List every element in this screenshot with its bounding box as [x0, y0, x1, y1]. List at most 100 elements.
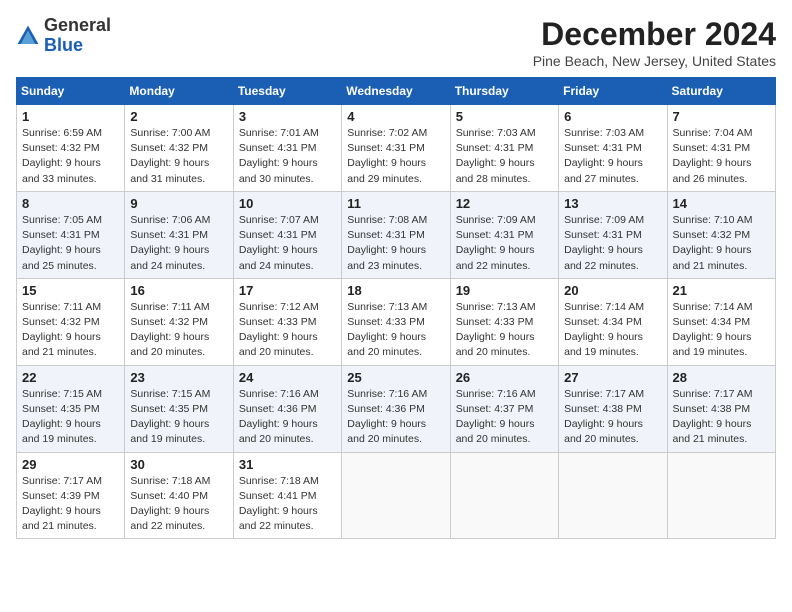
day-number: 5: [456, 109, 553, 124]
calendar-cell: 18 Sunrise: 7:13 AMSunset: 4:33 PMDayligh…: [342, 278, 450, 365]
calendar-week-row: 15Sunrise: 7:11 AMSunset: 4:32 PMDayligh…: [17, 278, 776, 365]
calendar-cell: 11 Sunrise: 7:08 AMSunset: 4:31 PMDayligh…: [342, 191, 450, 278]
calendar-cell: 8 Sunrise: 7:05 AMSunset: 4:31 PMDaylight…: [17, 191, 125, 278]
calendar-cell: 26 Sunrise: 7:16 AMSunset: 4:37 PMDayligh…: [450, 365, 558, 452]
day-header-friday: Friday: [559, 78, 667, 105]
location: Pine Beach, New Jersey, United States: [533, 53, 776, 69]
day-number: 1: [22, 109, 119, 124]
day-info: Sunrise: 7:16 AMSunset: 4:36 PMDaylight:…: [347, 387, 444, 448]
calendar-cell: 10 Sunrise: 7:07 AMSunset: 4:31 PMDayligh…: [233, 191, 341, 278]
day-info: Sunrise: 7:18 AMSunset: 4:41 PMDaylight:…: [239, 474, 336, 535]
calendar-cell: 13 Sunrise: 7:09 AMSunset: 4:31 PMDayligh…: [559, 191, 667, 278]
day-info: Sunrise: 7:08 AMSunset: 4:31 PMDaylight:…: [347, 213, 444, 274]
day-header-sunday: Sunday: [17, 78, 125, 105]
calendar-cell: 2 Sunrise: 7:00 AMSunset: 4:32 PMDaylight…: [125, 105, 233, 192]
day-number: 4: [347, 109, 444, 124]
calendar-cell: 9Sunrise: 7:06 AMSunset: 4:31 PMDaylight…: [125, 191, 233, 278]
calendar-cell: 20 Sunrise: 7:14 AMSunset: 4:34 PMDayligh…: [559, 278, 667, 365]
day-info: Sunrise: 7:09 AMSunset: 4:31 PMDaylight:…: [564, 213, 661, 274]
day-number: 12: [456, 196, 553, 211]
day-number: 2: [130, 109, 227, 124]
day-number: 23: [130, 370, 227, 385]
month-title: December 2024: [533, 16, 776, 53]
day-number: 6: [564, 109, 661, 124]
calendar-cell: 6 Sunrise: 7:03 AMSunset: 4:31 PMDaylight…: [559, 105, 667, 192]
day-number: 18: [347, 283, 444, 298]
day-number: 13: [564, 196, 661, 211]
day-info: Sunrise: 7:00 AMSunset: 4:32 PMDaylight:…: [130, 126, 227, 187]
calendar-cell: 19Sunrise: 7:13 AMSunset: 4:33 PMDayligh…: [450, 278, 558, 365]
day-header-wednesday: Wednesday: [342, 78, 450, 105]
day-info: Sunrise: 7:10 AMSunset: 4:32 PMDaylight:…: [673, 213, 770, 274]
day-info: Sunrise: 7:17 AMSunset: 4:39 PMDaylight:…: [22, 474, 119, 535]
calendar-cell: 25 Sunrise: 7:16 AMSunset: 4:36 PMDayligh…: [342, 365, 450, 452]
day-number: 7: [673, 109, 770, 124]
calendar-cell: 27 Sunrise: 7:17 AMSunset: 4:38 PMDayligh…: [559, 365, 667, 452]
day-info: Sunrise: 7:09 AMSunset: 4:31 PMDaylight:…: [456, 213, 553, 274]
day-info: Sunrise: 7:11 AMSunset: 4:32 PMDaylight:…: [22, 300, 119, 361]
calendar-cell: 1 Sunrise: 6:59 AMSunset: 4:32 PMDaylight…: [17, 105, 125, 192]
calendar-table: SundayMondayTuesdayWednesdayThursdayFrid…: [16, 77, 776, 539]
day-number: 20: [564, 283, 661, 298]
day-info: Sunrise: 7:03 AMSunset: 4:31 PMDaylight:…: [456, 126, 553, 187]
day-info: Sunrise: 7:13 AMSunset: 4:33 PMDaylight:…: [347, 300, 444, 361]
day-number: 25: [347, 370, 444, 385]
day-number: 24: [239, 370, 336, 385]
day-number: 8: [22, 196, 119, 211]
day-info: Sunrise: 7:04 AMSunset: 4:31 PMDaylight:…: [673, 126, 770, 187]
day-info: Sunrise: 7:01 AMSunset: 4:31 PMDaylight:…: [239, 126, 336, 187]
day-number: 10: [239, 196, 336, 211]
page-header: General Blue December 2024 Pine Beach, N…: [16, 16, 776, 69]
day-number: 26: [456, 370, 553, 385]
calendar-cell: 22 Sunrise: 7:15 AMSunset: 4:35 PMDayligh…: [17, 365, 125, 452]
calendar-cell: [559, 452, 667, 539]
day-header-tuesday: Tuesday: [233, 78, 341, 105]
calendar-cell: 29Sunrise: 7:17 AMSunset: 4:39 PMDayligh…: [17, 452, 125, 539]
calendar-cell: 5 Sunrise: 7:03 AMSunset: 4:31 PMDaylight…: [450, 105, 558, 192]
day-number: 28: [673, 370, 770, 385]
calendar-cell: 14Sunrise: 7:10 AMSunset: 4:32 PMDayligh…: [667, 191, 775, 278]
day-number: 31: [239, 457, 336, 472]
day-header-saturday: Saturday: [667, 78, 775, 105]
day-info: Sunrise: 7:02 AMSunset: 4:31 PMDaylight:…: [347, 126, 444, 187]
day-info: Sunrise: 7:16 AMSunset: 4:37 PMDaylight:…: [456, 387, 553, 448]
day-number: 22: [22, 370, 119, 385]
day-number: 30: [130, 457, 227, 472]
calendar-cell: 4 Sunrise: 7:02 AMSunset: 4:31 PMDaylight…: [342, 105, 450, 192]
logo-text: General Blue: [44, 16, 111, 56]
day-info: Sunrise: 7:13 AMSunset: 4:33 PMDaylight:…: [456, 300, 553, 361]
logo-general: General: [44, 15, 111, 35]
calendar-cell: 23 Sunrise: 7:15 AMSunset: 4:35 PMDayligh…: [125, 365, 233, 452]
day-info: Sunrise: 7:18 AMSunset: 4:40 PMDaylight:…: [130, 474, 227, 535]
calendar-cell: [450, 452, 558, 539]
day-info: Sunrise: 7:14 AMSunset: 4:34 PMDaylight:…: [564, 300, 661, 361]
day-number: 11: [347, 196, 444, 211]
day-info: Sunrise: 7:16 AMSunset: 4:36 PMDaylight:…: [239, 387, 336, 448]
calendar-week-row: 8 Sunrise: 7:05 AMSunset: 4:31 PMDaylight…: [17, 191, 776, 278]
day-info: Sunrise: 7:15 AMSunset: 4:35 PMDaylight:…: [22, 387, 119, 448]
calendar-cell: 12 Sunrise: 7:09 AMSunset: 4:31 PMDayligh…: [450, 191, 558, 278]
logo-icon: [16, 24, 40, 48]
calendar-cell: 31 Sunrise: 7:18 AMSunset: 4:41 PMDayligh…: [233, 452, 341, 539]
calendar-cell: 21Sunrise: 7:14 AMSunset: 4:34 PMDayligh…: [667, 278, 775, 365]
calendar-week-row: 1 Sunrise: 6:59 AMSunset: 4:32 PMDaylight…: [17, 105, 776, 192]
day-info: Sunrise: 7:05 AMSunset: 4:31 PMDaylight:…: [22, 213, 119, 274]
day-info: Sunrise: 7:17 AMSunset: 4:38 PMDaylight:…: [673, 387, 770, 448]
day-info: Sunrise: 7:17 AMSunset: 4:38 PMDaylight:…: [564, 387, 661, 448]
day-info: Sunrise: 6:59 AMSunset: 4:32 PMDaylight:…: [22, 126, 119, 187]
day-number: 27: [564, 370, 661, 385]
calendar-cell: 30 Sunrise: 7:18 AMSunset: 4:40 PMDayligh…: [125, 452, 233, 539]
calendar-cell: [667, 452, 775, 539]
day-number: 3: [239, 109, 336, 124]
logo: General Blue: [16, 16, 111, 56]
day-info: Sunrise: 7:06 AMSunset: 4:31 PMDaylight:…: [130, 213, 227, 274]
day-info: Sunrise: 7:14 AMSunset: 4:34 PMDaylight:…: [673, 300, 770, 361]
calendar-cell: 16Sunrise: 7:11 AMSunset: 4:32 PMDayligh…: [125, 278, 233, 365]
day-info: Sunrise: 7:12 AMSunset: 4:33 PMDaylight:…: [239, 300, 336, 361]
day-number: 16: [130, 283, 227, 298]
day-info: Sunrise: 7:15 AMSunset: 4:35 PMDaylight:…: [130, 387, 227, 448]
day-info: Sunrise: 7:03 AMSunset: 4:31 PMDaylight:…: [564, 126, 661, 187]
calendar-header-row: SundayMondayTuesdayWednesdayThursdayFrid…: [17, 78, 776, 105]
day-info: Sunrise: 7:07 AMSunset: 4:31 PMDaylight:…: [239, 213, 336, 274]
calendar-cell: 3 Sunrise: 7:01 AMSunset: 4:31 PMDaylight…: [233, 105, 341, 192]
